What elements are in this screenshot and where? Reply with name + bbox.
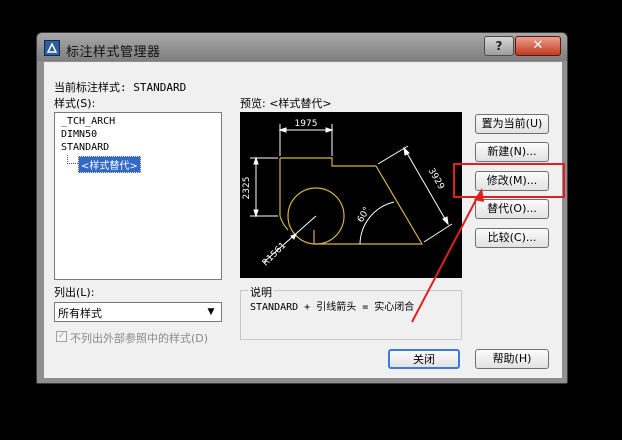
annotation-arrow — [411, 188, 484, 323]
